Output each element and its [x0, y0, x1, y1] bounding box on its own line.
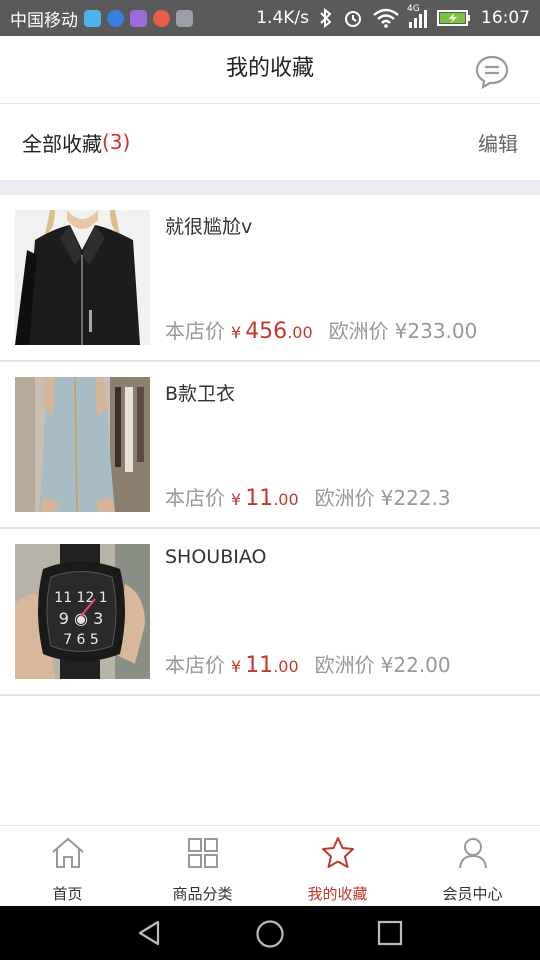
- gallery-notification-icon: [130, 9, 147, 27]
- europe-price: ¥233.00: [394, 319, 478, 343]
- price-row: 本店价 ¥ 11 .00 欧洲价 ¥22.00: [165, 649, 451, 678]
- nav-item-member[interactable]: 会员中心: [405, 826, 540, 906]
- app-notification-icon: [84, 9, 101, 27]
- svg-text:7 6 5: 7 6 5: [63, 632, 99, 648]
- all-favorites-label: 全部收藏: [22, 131, 102, 156]
- message-icon[interactable]: [474, 54, 510, 90]
- home-icon: [51, 837, 84, 868]
- title-bar: 我的收藏: [0, 36, 540, 104]
- europe-price-label: 欧洲价: [314, 653, 375, 677]
- product-name[interactable]: B款卫衣: [165, 379, 235, 406]
- favorites-summary: 全部收藏 (3) 编辑: [0, 104, 540, 180]
- product-image[interactable]: [15, 210, 150, 345]
- bluetooth-icon: [320, 8, 332, 28]
- alarm-icon: [345, 11, 361, 27]
- store-price-label: 本店价: [165, 486, 225, 510]
- store-price-decimal: .00: [287, 323, 313, 342]
- nav-item-favorites[interactable]: 我的收藏: [270, 826, 405, 906]
- currency-symbol: ¥: [231, 490, 242, 509]
- back-icon[interactable]: [136, 919, 164, 947]
- store-price-decimal: .00: [273, 657, 299, 676]
- europe-price: ¥222.3: [380, 486, 451, 510]
- svg-text:11 12 1: 11 12 1: [54, 590, 107, 606]
- bottom-nav: 首页 商品分类 我的收藏 会员中心: [0, 825, 540, 906]
- list-item[interactable]: B款卫衣 本店价 ¥ 11 .00 欧洲价 ¥222.3: [0, 362, 540, 529]
- nav-item-categories[interactable]: 商品分类: [135, 826, 270, 906]
- nav-label-favorites: 我的收藏: [307, 885, 368, 903]
- currency-symbol: ¥: [231, 323, 242, 342]
- product-image[interactable]: 11 12 1 9 ◉ 3 7 6 5: [15, 544, 150, 679]
- favorites-list: 就很尴尬v 本店价 ¥ 456 .00 欧洲价 ¥233.00 B款卫衣 本店价…: [0, 195, 540, 696]
- favorites-count: (3): [102, 130, 131, 154]
- list-item[interactable]: 11 12 1 9 ◉ 3 7 6 5 SHOUBIAO 本店价 ¥ 11 .0…: [0, 529, 540, 696]
- home-circle-icon[interactable]: [255, 919, 285, 949]
- status-bar: 中国移动 1.4K/s 4G 16:07: [0, 0, 540, 36]
- network-speed: 1.4K/s: [256, 8, 309, 28]
- battery-icon: [437, 10, 470, 26]
- product-name[interactable]: SHOUBIAO: [165, 546, 266, 568]
- store-price-integer: 11: [245, 653, 274, 678]
- chat-notification-icon: [107, 9, 124, 27]
- store-price-decimal: .00: [273, 490, 299, 509]
- store-price-label: 本店价: [165, 319, 225, 343]
- carrier-label: 中国移动: [10, 10, 78, 31]
- network-type-label: 4G: [407, 4, 420, 14]
- grid-icon: [187, 838, 218, 868]
- price-row: 本店价 ¥ 456 .00 欧洲价 ¥233.00: [165, 315, 477, 344]
- price-row: 本店价 ¥ 11 .00 欧洲价 ¥222.3: [165, 482, 451, 511]
- nav-item-home[interactable]: 首页: [0, 826, 135, 906]
- nav-label-categories: 商品分类: [172, 885, 233, 903]
- system-nav-bar: [0, 906, 540, 960]
- section-divider: [0, 180, 540, 195]
- product-name[interactable]: 就很尴尬v: [165, 212, 252, 239]
- currency-symbol: ¥: [231, 657, 242, 676]
- nav-label-home: 首页: [52, 885, 83, 903]
- product-image[interactable]: [15, 377, 150, 512]
- store-price-integer: 456: [245, 319, 288, 344]
- store-price-label: 本店价: [165, 653, 225, 677]
- nav-label-member: 会员中心: [442, 885, 503, 903]
- svg-text:9 ◉ 3: 9 ◉ 3: [59, 609, 104, 628]
- wifi-icon: [373, 8, 399, 28]
- europe-price-label: 欧洲价: [328, 319, 389, 343]
- signal-icon: 4G: [407, 4, 427, 28]
- browser-notification-icon: [153, 9, 170, 27]
- user-icon: [458, 838, 487, 869]
- font-notification-icon: [176, 9, 193, 27]
- store-price-integer: 11: [245, 486, 274, 511]
- page-title: 我的收藏: [225, 56, 314, 81]
- recents-icon[interactable]: [377, 919, 403, 947]
- list-item[interactable]: 就很尴尬v 本店价 ¥ 456 .00 欧洲价 ¥233.00: [0, 195, 540, 362]
- europe-price-label: 欧洲价: [314, 486, 375, 510]
- star-icon: [321, 837, 354, 868]
- clock: 16:07: [481, 8, 530, 28]
- edit-button[interactable]: 编辑: [478, 128, 518, 157]
- europe-price: ¥22.00: [380, 653, 451, 677]
